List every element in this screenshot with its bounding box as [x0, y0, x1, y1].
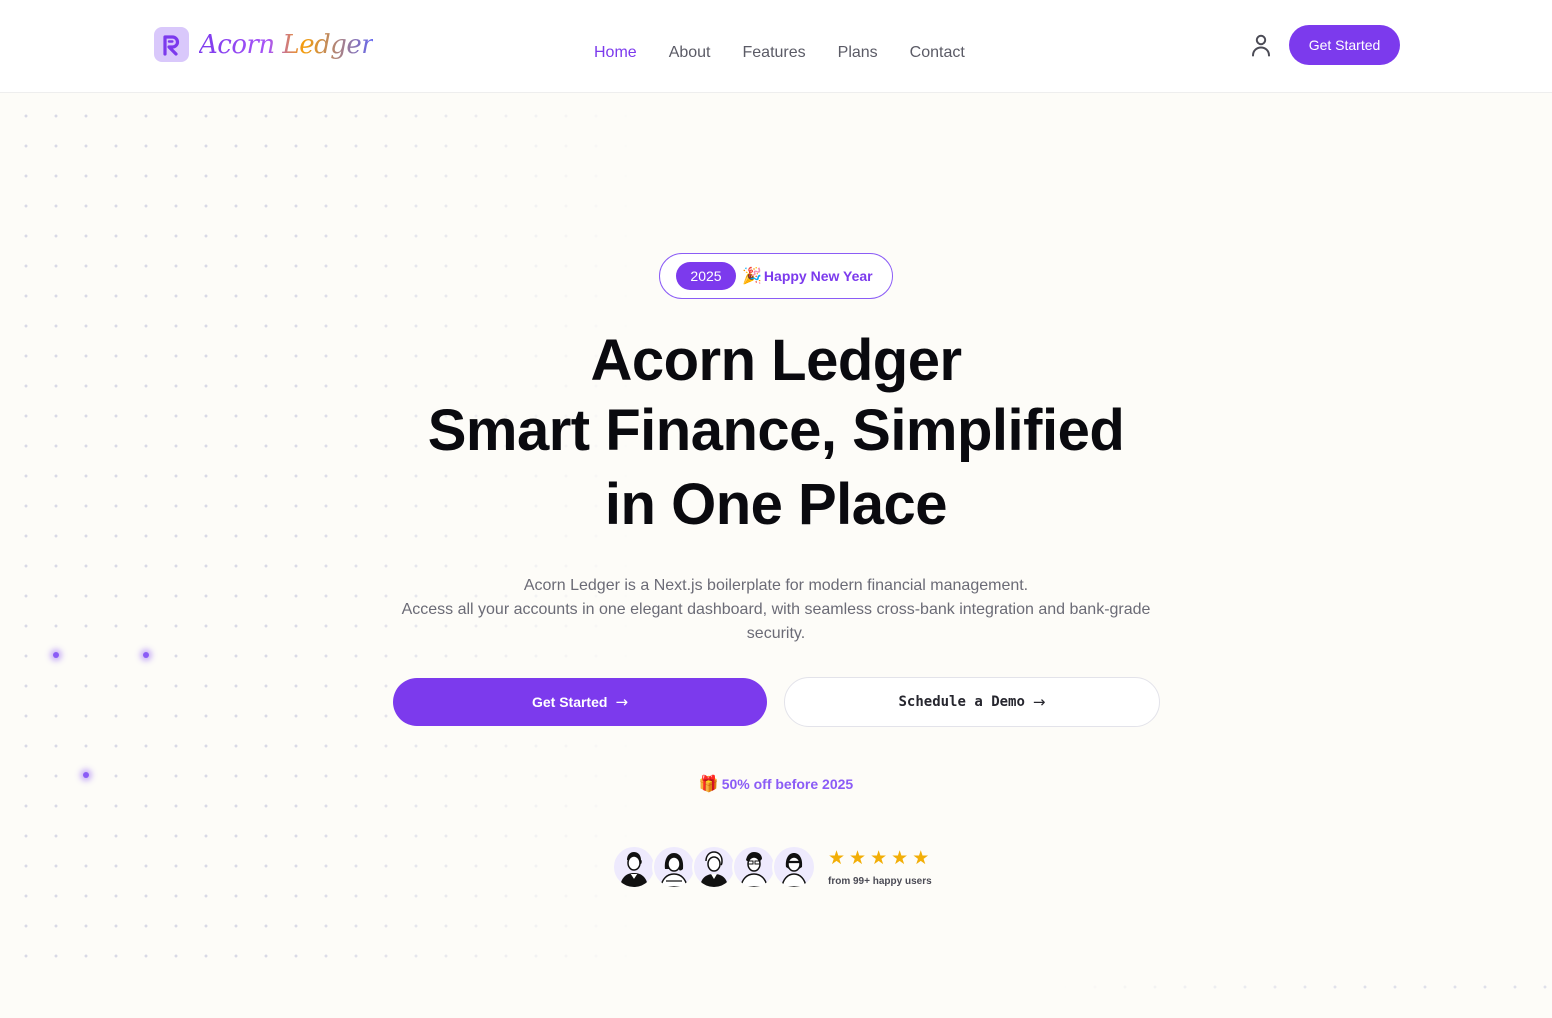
star-icon: ★ [870, 847, 888, 869]
avatar [612, 845, 656, 889]
schedule-demo-label: Schedule a Demo [898, 694, 1025, 710]
glow-dot [143, 652, 149, 658]
brand-name: Acorn Ledger [199, 29, 374, 60]
user-avatar-illustration-icon [740, 852, 768, 887]
dot-grid-background-bottom [1060, 970, 1552, 1010]
star-icon: ★ [828, 847, 846, 869]
badge-text: Happy New Year [763, 268, 873, 284]
announcement-badge[interactable]: 2025 🎉 Happy New Year [659, 253, 893, 299]
user-avatar-illustration-icon [660, 853, 688, 887]
promo-text: 🎁 50% off before 2025 [0, 774, 1552, 794]
schedule-demo-button[interactable]: Schedule a Demo → [784, 677, 1160, 727]
star-icon: ★ [912, 847, 930, 869]
main-nav: Home About Features Plans Contact [594, 43, 965, 63]
headline-line-2: Smart Finance, Simplified [427, 398, 1125, 463]
logo-r-glyph-icon [162, 34, 179, 56]
avatar [772, 845, 816, 889]
hero-headline: Acorn Ledger Smart Finance, Simplified i… [376, 326, 1176, 540]
nav-plans[interactable]: Plans [838, 43, 878, 63]
user-avatar-illustration-icon [700, 851, 728, 887]
glow-dot [53, 652, 59, 658]
avatar [652, 845, 696, 889]
get-started-button[interactable]: Get Started → [393, 678, 767, 726]
headline-line-1: Acorn Ledger [590, 328, 962, 393]
nav-home[interactable]: Home [594, 43, 637, 63]
avatar [692, 845, 736, 889]
avatar [732, 845, 776, 889]
star-icon: ★ [891, 847, 909, 869]
brand-logo[interactable]: Acorn Ledger [154, 27, 374, 62]
badge-year: 2025 [676, 262, 736, 290]
hero-subtitle: Acorn Ledger is a Next.js boilerplate fo… [386, 574, 1166, 646]
headline-line-3: in One Place [604, 472, 948, 537]
header-get-started-button[interactable]: Get Started [1289, 25, 1400, 65]
social-proof: ★ ★ ★ ★ ★ from 99+ happy users [612, 844, 932, 890]
logo-mark-icon [154, 27, 189, 62]
subtitle-line-2: Access all your accounts in one elegant … [401, 601, 1151, 642]
nav-about[interactable]: About [669, 43, 711, 63]
rating-caption: from 99+ happy users [828, 875, 932, 887]
party-popper-icon: 🎉 [742, 268, 762, 285]
gift-icon: 🎁 [698, 776, 719, 793]
star-rating: ★ ★ ★ ★ ★ [828, 848, 932, 870]
avatar-group [612, 845, 816, 889]
promo-label: 50% off before 2025 [721, 776, 854, 792]
user-avatar-illustration-icon [781, 853, 807, 887]
subtitle-line-1: Acorn Ledger is a Next.js boilerplate fo… [523, 577, 1029, 594]
nav-features[interactable]: Features [743, 43, 806, 63]
nav-contact[interactable]: Contact [910, 43, 965, 63]
user-icon[interactable] [1250, 33, 1272, 57]
site-header: Acorn Ledger Home About Features Plans C… [0, 0, 1552, 93]
get-started-label: Get Started [531, 694, 608, 710]
star-icon: ★ [849, 847, 867, 869]
arrow-right-icon: → [615, 693, 629, 711]
user-avatar-illustration-icon [620, 852, 648, 887]
rating: ★ ★ ★ ★ ★ from 99+ happy users [828, 848, 932, 887]
arrow-right-icon: → [1032, 693, 1046, 711]
